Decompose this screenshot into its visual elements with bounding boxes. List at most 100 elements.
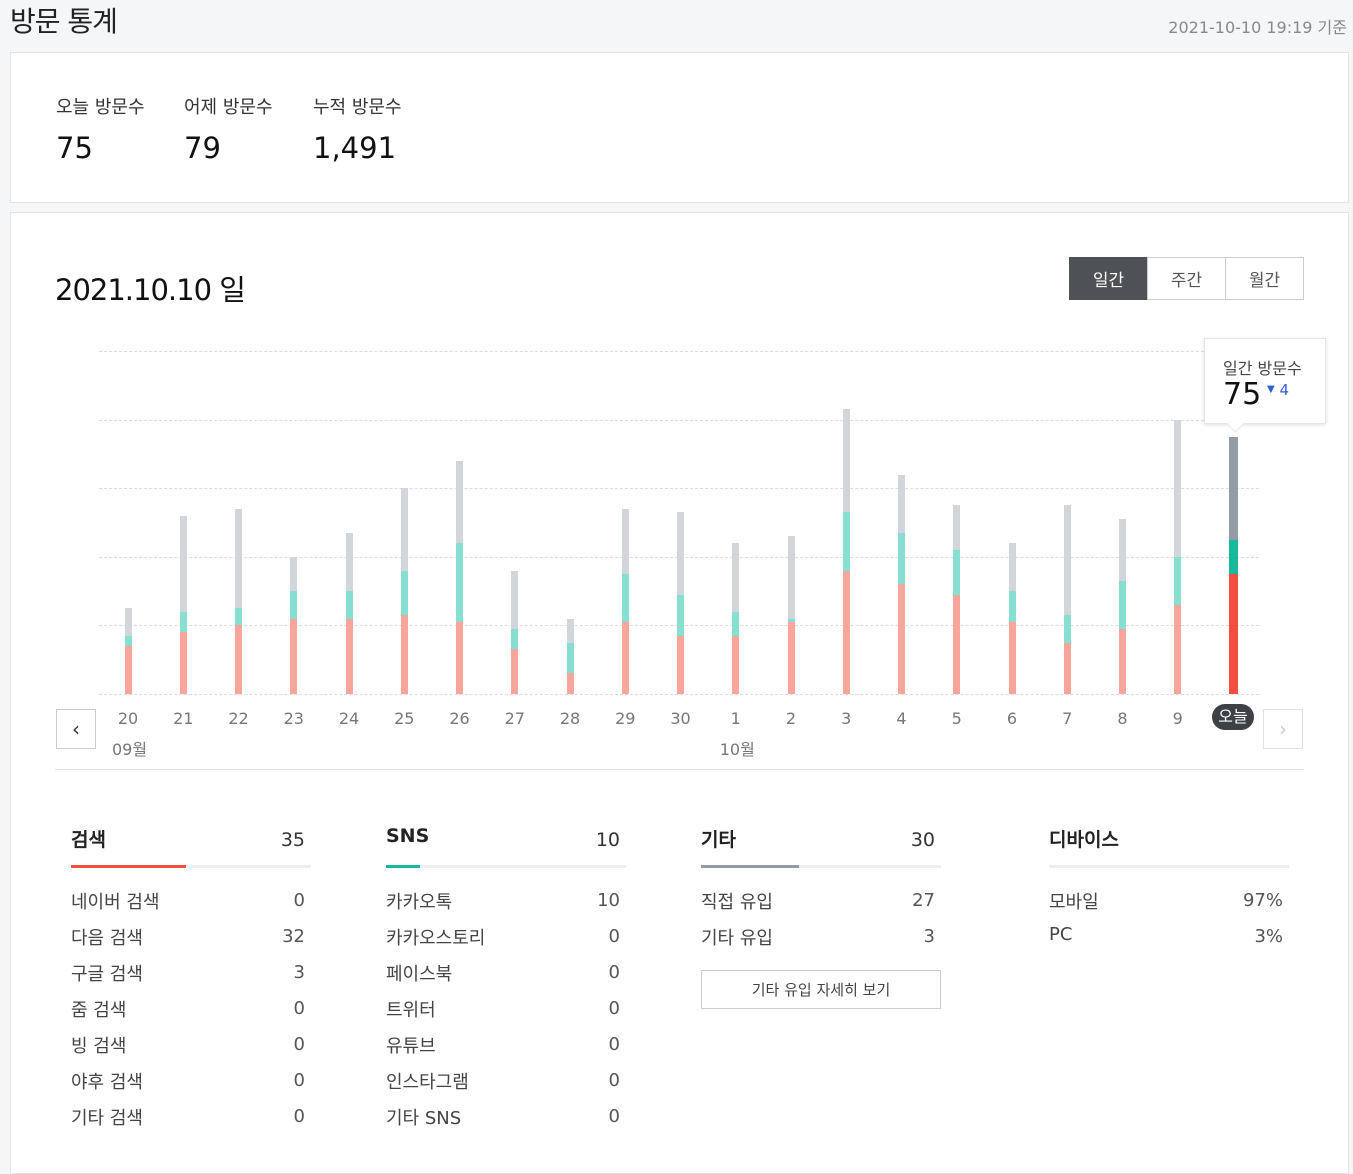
next-period-button[interactable]: › <box>1263 709 1303 749</box>
sns-segment <box>1119 580 1126 629</box>
search-segment <box>1063 642 1071 694</box>
list-item: PC 3% <box>1049 924 1289 960</box>
chart-bar[interactable] <box>898 351 905 694</box>
list-item: 유튜브 0 <box>386 1032 626 1068</box>
other-segment <box>732 543 740 612</box>
list-item-label: 유튜브 <box>386 1036 436 1057</box>
list-item-value: 0 <box>293 890 305 911</box>
search-segment <box>1174 604 1182 694</box>
tab-weekly[interactable]: 주간 <box>1147 257 1226 300</box>
other-progress-fill <box>701 865 800 868</box>
chart-card: 2021.10.10 일 일간 주간 월간 일간 방문수 75 ▼ 4 ‹ › … <box>10 212 1349 1174</box>
today-badge[interactable]: 오늘 <box>1212 704 1254 730</box>
total-visits-stat: 누적 방문수 1,491 <box>313 93 402 165</box>
other-segment <box>621 508 629 574</box>
list-item-label: PC <box>1049 924 1073 945</box>
list-item-label: 야후 검색 <box>71 1072 143 1093</box>
daily-visits-tooltip: 일간 방문수 75 ▼ 4 <box>1204 338 1326 424</box>
list-item-value: 0 <box>608 1106 620 1127</box>
x-tick-label: 2 <box>785 709 797 728</box>
list-item: 네이버 검색 0 <box>71 888 311 924</box>
search-segment <box>566 673 574 694</box>
chart-bar[interactable] <box>787 351 795 694</box>
tab-daily[interactable]: 일간 <box>1069 257 1148 300</box>
chart-bar[interactable] <box>1119 351 1126 694</box>
other-segment <box>1228 436 1238 540</box>
search-segment <box>732 635 740 694</box>
other-segment <box>1008 543 1016 592</box>
search-segment <box>511 649 519 694</box>
sns-progress-bar <box>386 865 626 868</box>
list-item-value: 0 <box>293 998 305 1019</box>
prev-period-button[interactable]: ‹ <box>56 709 96 749</box>
device-section-header: 디바이스 <box>1049 825 1289 865</box>
sns-segment <box>235 608 242 626</box>
x-tick-label: 27 <box>504 709 525 728</box>
search-progress-bar <box>71 865 311 868</box>
sns-segment <box>953 549 961 595</box>
summary-card: 오늘 방문수 75 어제 방문수 79 누적 방문수 1,491 <box>10 52 1349 203</box>
list-item: 기타 검색 0 <box>71 1104 311 1140</box>
yesterday-visits-value: 79 <box>184 131 221 165</box>
list-item-label: 모바일 <box>1049 892 1099 913</box>
other-section-total: 30 <box>910 829 935 851</box>
month-label: 09월 <box>112 740 148 759</box>
search-segment <box>787 621 795 694</box>
x-tick-label: 5 <box>951 709 962 728</box>
chart-bar[interactable] <box>345 351 353 694</box>
chart-bar[interactable] <box>677 351 684 694</box>
search-segment <box>1119 628 1126 694</box>
chart-bar[interactable] <box>1063 351 1071 694</box>
list-item-value: 0 <box>608 1034 620 1055</box>
other-rows: 직접 유입 27 기타 유입 3 <box>701 888 941 960</box>
list-item-value: 0 <box>608 1070 620 1091</box>
chart-bar[interactable] <box>290 351 298 694</box>
x-tick-label: 23 <box>283 709 304 728</box>
list-item-label: 카카오톡 <box>386 892 453 913</box>
chart-bar[interactable] <box>235 351 242 694</box>
sns-section-title: SNS <box>386 825 430 847</box>
other-detail-button[interactable]: 기타 유입 자세히 보기 <box>701 970 941 1009</box>
other-segment <box>953 505 961 550</box>
chart-bar[interactable] <box>842 351 850 694</box>
device-rows: 모바일 97% PC 3% <box>1049 888 1289 960</box>
other-segment <box>456 460 463 544</box>
list-item: 구글 검색 3 <box>71 960 311 996</box>
chart-bar[interactable] <box>621 351 629 694</box>
chart-bar[interactable] <box>179 351 187 694</box>
list-item-value: 0 <box>293 1070 305 1091</box>
list-item-label: 기타 SNS <box>386 1108 462 1129</box>
chart-date: 2021.10.10 일 <box>55 273 246 307</box>
x-tick-label: 24 <box>338 709 360 728</box>
chart-bar[interactable] <box>953 351 961 694</box>
chart-bar[interactable] <box>456 351 463 694</box>
sns-segment <box>621 573 629 622</box>
yesterday-visits-stat: 어제 방문수 79 <box>184 93 273 165</box>
chart-bar[interactable] <box>400 351 408 694</box>
search-rows: 네이버 검색 0 다음 검색 32 구글 검색 3 줌 검색 0 빙 검색 0 야후 검색 0 기타 검… <box>71 888 311 1140</box>
chart-bar[interactable] <box>732 351 740 694</box>
chart-bar[interactable] <box>566 351 574 694</box>
list-item: 줌 검색 0 <box>71 996 311 1032</box>
gridline <box>99 694 1259 695</box>
chart-bar[interactable] <box>1008 351 1016 694</box>
x-tick-label: 7 <box>1062 709 1073 728</box>
chart-bar[interactable] <box>511 351 519 694</box>
down-arrow-icon: ▼ <box>1267 384 1275 395</box>
list-item-value: 32 <box>282 926 305 947</box>
list-item: 페이스북 0 <box>386 960 626 996</box>
chart-bar[interactable] <box>1174 351 1182 694</box>
chevron-left-icon: ‹ <box>72 717 80 741</box>
search-section-total: 35 <box>280 829 305 851</box>
search-segment <box>953 594 961 694</box>
chart-bar[interactable] <box>124 351 132 694</box>
sns-segment <box>842 512 850 571</box>
sns-segment <box>732 611 740 636</box>
other-segment <box>1119 519 1126 581</box>
tab-monthly[interactable]: 월간 <box>1225 257 1304 300</box>
other-segment <box>345 532 353 592</box>
tooltip-value: 75 <box>1223 377 1262 412</box>
list-item: 트위터 0 <box>386 996 626 1032</box>
other-segment <box>842 409 850 513</box>
search-segment <box>235 625 242 694</box>
